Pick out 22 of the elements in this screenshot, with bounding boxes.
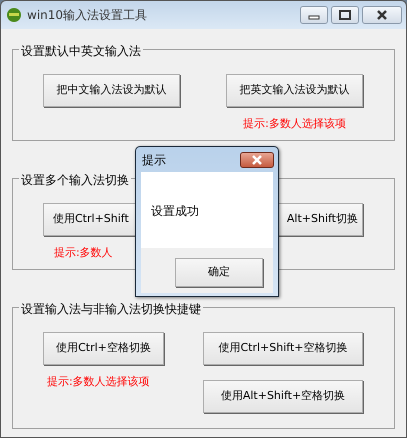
- window-title: win10输入法设置工具: [27, 7, 148, 24]
- ok-button[interactable]: 确定: [175, 258, 263, 287]
- action-button[interactable]: 使用Ctrl+Shift+空格切换: [203, 332, 363, 365]
- close-button[interactable]: [240, 152, 274, 168]
- maximize-button[interactable]: [331, 6, 359, 24]
- action-button[interactable]: 把中文输入法设为默认: [43, 74, 180, 107]
- hint-text: 提示:多数人选择该项: [47, 374, 150, 390]
- action-button[interactable]: 使用Alt+Shift+空格切换: [203, 380, 363, 413]
- app-icon: [6, 7, 22, 23]
- group-title: 设置多个输入法切换: [19, 172, 131, 188]
- hint-text: 提示:多数人选择该项: [243, 116, 346, 132]
- close-icon: [251, 154, 263, 164]
- close-icon: [376, 10, 388, 20]
- hint-text: 提示:多数人: [54, 245, 113, 261]
- group-title: 设置默认中英文输入法: [19, 43, 143, 59]
- dialog-title: 提示: [142, 152, 166, 168]
- minimize-button[interactable]: [300, 6, 328, 24]
- group-title: 设置输入法与非输入法切换快捷键: [19, 301, 203, 317]
- maximize-icon: [339, 10, 351, 20]
- close-button[interactable]: [362, 6, 402, 24]
- action-button[interactable]: 使用Ctrl+空格切换: [43, 332, 164, 365]
- action-button[interactable]: 把英文输入法设为默认: [226, 74, 363, 107]
